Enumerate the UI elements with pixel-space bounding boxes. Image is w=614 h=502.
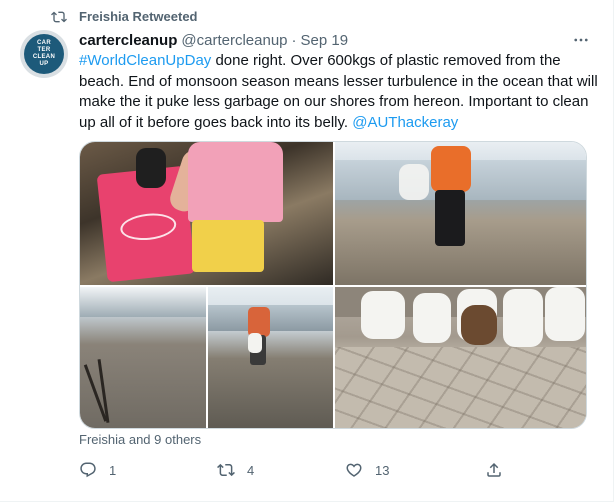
share-button[interactable] xyxy=(485,460,503,480)
author-handle[interactable]: @cartercleanup xyxy=(181,32,287,49)
author-name[interactable]: cartercleanup xyxy=(79,32,177,49)
tweet-text: #WorldCleanUpDay done right. Over 600kgs… xyxy=(79,51,599,133)
retweet-label[interactable]: Freishia Retweeted xyxy=(79,9,198,24)
avatar[interactable]: CAR TER CLEAN UP xyxy=(20,30,68,78)
avatar-text-line: UP xyxy=(39,61,49,67)
reply-button[interactable]: 1 xyxy=(79,460,116,480)
sea xyxy=(208,305,333,331)
action-bar: 1 4 13 xyxy=(79,460,519,480)
like-count: 13 xyxy=(375,462,390,478)
retweet-button[interactable]: 4 xyxy=(217,460,254,480)
tweet-header: cartercleanup @cartercleanup · Sep 19 xyxy=(79,30,593,50)
media-image-2[interactable] xyxy=(335,142,586,285)
sack xyxy=(361,291,405,339)
media-image-5[interactable] xyxy=(335,287,586,428)
person-orange-top xyxy=(431,146,471,192)
avatar-text-line: CAR xyxy=(37,40,51,46)
garbage-bag xyxy=(399,164,429,200)
more-horizontal-icon[interactable] xyxy=(569,30,593,50)
paved-path xyxy=(335,347,586,428)
heart-icon xyxy=(346,463,362,477)
garbage-bag xyxy=(248,333,262,353)
avatar-text-line: TER xyxy=(37,47,51,53)
child-shirt xyxy=(188,142,283,222)
child-shorts xyxy=(192,220,264,272)
person-legs xyxy=(435,190,465,246)
sack xyxy=(461,305,497,345)
retweet-count: 4 xyxy=(247,462,255,478)
reply-icon xyxy=(80,462,96,478)
separator-dot: · xyxy=(291,31,297,49)
tweet-date[interactable]: Sep 19 xyxy=(301,32,349,49)
avatar-text-line: CLEAN xyxy=(32,54,56,60)
media-image-3[interactable] xyxy=(80,287,206,428)
media-image-4[interactable] xyxy=(208,287,333,428)
media-image-1[interactable] xyxy=(80,142,333,285)
retweet-icon xyxy=(51,11,67,23)
sack xyxy=(545,287,585,341)
social-context[interactable]: Freishia and 9 others xyxy=(79,432,201,447)
like-button[interactable]: 13 xyxy=(345,460,389,480)
retweet-icon xyxy=(217,463,235,477)
mention-link[interactable]: @AUThackeray xyxy=(352,114,458,131)
avatar-logo: CAR TER CLEAN UP xyxy=(24,34,64,74)
media-grid xyxy=(79,141,587,429)
black-glove xyxy=(136,148,166,188)
sack xyxy=(503,289,543,347)
sea xyxy=(80,287,206,317)
sack xyxy=(413,293,451,343)
reply-count: 1 xyxy=(109,462,117,478)
share-icon xyxy=(487,462,501,477)
hashtag-link[interactable]: #WorldCleanUpDay xyxy=(79,52,211,69)
more-horizontal-icon-glyph xyxy=(574,38,588,42)
tweet-card[interactable]: Freishia Retweeted CAR TER CLEAN UP cart… xyxy=(0,0,614,502)
